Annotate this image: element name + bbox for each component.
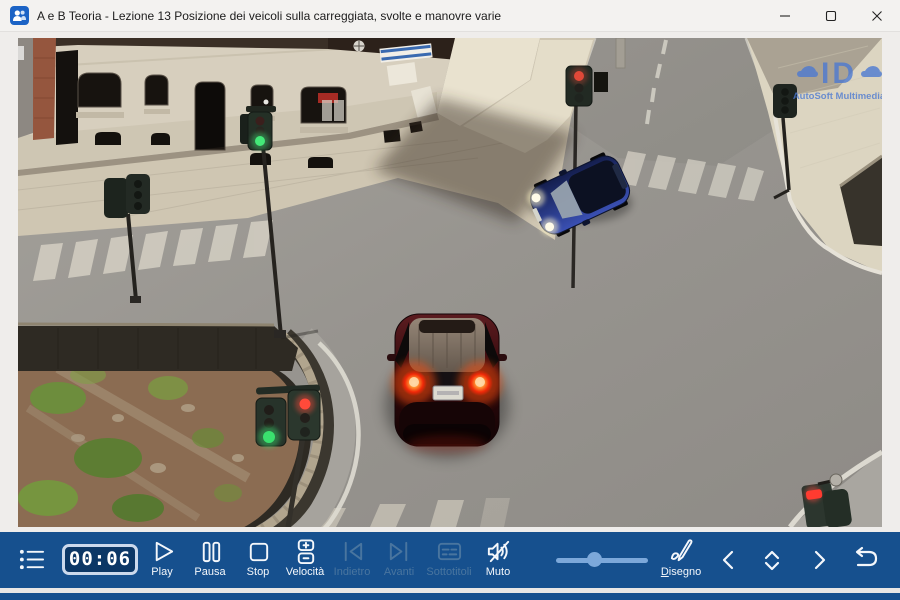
plus-minus-icon [292,538,319,565]
list-icon [18,546,45,573]
skip-back-icon [339,538,366,565]
green-light [255,136,265,146]
close-button[interactable] [854,0,900,32]
expand-button[interactable] [752,545,792,593]
chevron-left-icon [713,545,743,575]
return-arrow-icon [849,545,879,575]
sunroof [419,320,475,333]
maximize-icon [825,10,837,22]
close-icon [871,10,883,22]
next-slide-button[interactable] [800,545,840,593]
stop-icon [245,538,272,565]
mute-icon [485,538,512,565]
skip-forward-icon [386,538,413,565]
chevron-up-down-icon [757,545,787,575]
window-bottom-edge [0,593,900,600]
car-silhouette-icon [797,71,818,77]
red-light [300,399,311,410]
brick-pillar [33,38,56,140]
car-silhouette-icon [861,71,882,77]
scene-3d-intersection: ID AutoSoft Multimedia [18,38,882,527]
lesson-viewport: ID AutoSoft Multimedia [0,32,900,532]
app-window: A e B Teoria - Lezione 13 Posizione dei … [0,0,900,600]
pen-icon [668,538,695,565]
window-title: A e B Teoria - Lezione 13 Posizione dei … [37,9,501,23]
concrete-pole [616,38,625,68]
timer-display: 00:06 [62,544,138,575]
subtitles-icon [436,538,463,565]
watermark-subtitle: AutoSoft Multimedia [793,91,882,102]
minimize-button[interactable] [762,0,808,32]
play-icon [149,538,176,565]
player-toolbar: 00:06 Play Pausa Stop Velocità Indietro [0,532,900,588]
sign-box [594,72,608,92]
return-button[interactable] [844,545,884,593]
red-car [387,314,507,453]
timer-value: 00:06 [69,548,131,570]
window-controls [762,0,900,32]
people-icon [10,6,29,25]
mute-button[interactable]: Muto [470,538,526,586]
building-door [195,82,225,150]
watermark-title: ID [821,57,857,90]
dark-storefront [56,50,78,145]
previous-slide-button[interactable] [708,545,748,593]
green-light [263,431,275,443]
slider-track[interactable] [556,558,648,563]
titlebar: A e B Teoria - Lezione 13 Posizione dei … [0,0,900,32]
minimize-icon [779,10,791,22]
volume-slider[interactable] [556,550,648,570]
subtitles-button[interactable]: Sottotitoli [421,538,477,586]
chapters-button[interactable] [3,546,59,594]
maximize-button[interactable] [808,0,854,32]
chevron-right-icon [805,545,835,575]
draw-button[interactable]: Disegno [653,538,709,586]
slider-thumb[interactable] [587,552,602,567]
wall-band-cap [18,324,274,325]
red-light [574,71,584,81]
next-button[interactable]: Avanti [371,538,427,586]
white-panel [387,62,418,86]
pause-icon [197,538,224,565]
